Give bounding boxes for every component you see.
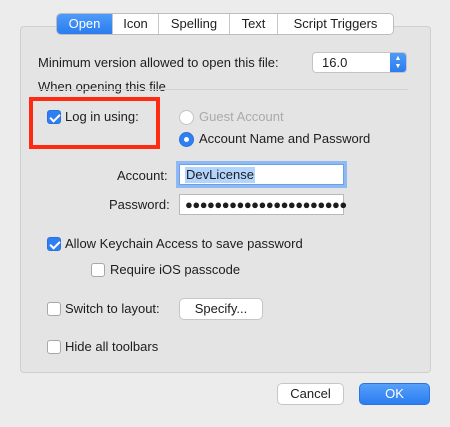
keychain-label: Allow Keychain Access to save password xyxy=(65,236,303,251)
tab-icon[interactable]: Icon xyxy=(113,14,159,34)
switch-layout-checkbox[interactable] xyxy=(47,302,61,316)
keychain-checkbox[interactable] xyxy=(47,237,61,251)
divider xyxy=(38,89,408,90)
password-label: Password: xyxy=(109,197,170,212)
account-value: DevLicense xyxy=(185,167,255,183)
min-version-value: 16.0 xyxy=(322,55,348,70)
min-version-select[interactable]: 16.0 ▲ ▼ xyxy=(312,52,407,73)
chevron-updown-icon: ▲ ▼ xyxy=(390,53,406,72)
ios-passcode-label: Require iOS passcode xyxy=(110,262,241,277)
account-field[interactable]: DevLicense xyxy=(179,164,344,185)
password-field[interactable]: ●●●●●●●●●●●●●●●●●●●●●● xyxy=(179,194,347,215)
ok-button[interactable]: OK xyxy=(359,383,430,405)
section-heading: When opening this file xyxy=(38,79,166,94)
specify-button[interactable]: Specify... xyxy=(179,298,263,320)
account-password-label: Account Name and Password xyxy=(199,131,371,146)
password-mask: ●●●●●●●●●●●●●●●●●●●●●● xyxy=(185,197,347,212)
tab-spelling[interactable]: Spelling xyxy=(159,14,230,34)
ios-passcode-checkbox[interactable] xyxy=(91,263,105,277)
account-password-radio[interactable] xyxy=(179,132,194,147)
login-checkbox-label: Log in using: xyxy=(65,109,139,124)
cancel-button[interactable]: Cancel xyxy=(277,383,344,405)
guest-account-radio[interactable] xyxy=(179,110,194,125)
file-options-dialog: Open Icon Spelling Text Script Triggers … xyxy=(0,0,450,427)
tab-bar: Open Icon Spelling Text Script Triggers xyxy=(56,13,394,35)
login-checkbox[interactable] xyxy=(47,110,61,124)
switch-layout-label: Switch to layout: xyxy=(65,301,160,316)
hide-toolbars-checkbox[interactable] xyxy=(47,340,61,354)
account-label: Account: xyxy=(117,168,168,183)
guest-account-label: Guest Account xyxy=(199,109,284,124)
min-version-label: Minimum version allowed to open this fil… xyxy=(38,55,279,70)
tab-script-triggers[interactable]: Script Triggers xyxy=(278,14,393,34)
tab-text[interactable]: Text xyxy=(230,14,278,34)
tab-open[interactable]: Open xyxy=(57,14,113,34)
hide-toolbars-label: Hide all toolbars xyxy=(65,339,159,354)
